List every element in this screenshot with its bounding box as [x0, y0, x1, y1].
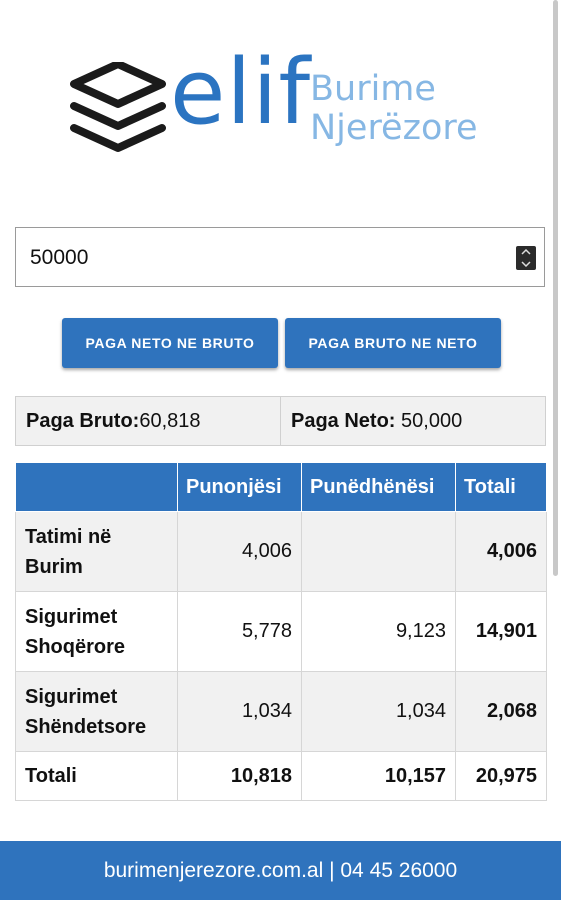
gross-salary-label: Paga Bruto: — [26, 409, 140, 432]
contributions-table: Punonjësi Punëdhënësi Totali Tatimi në Bu… — [15, 462, 547, 801]
employer-cell: 9,123 — [301, 591, 456, 672]
table-row: Sigurimet Shoqërore 5,778 9,123 14,901 — [15, 591, 547, 672]
totals-row: Totali 10,818 10,157 20,975 — [15, 751, 547, 801]
totals-employee: 10,818 — [177, 751, 302, 801]
row-label-line2: Burim — [25, 555, 83, 578]
net-salary-value: 50,000 — [401, 409, 463, 432]
stacked-layers-icon — [70, 62, 166, 152]
total-cell: 2,068 — [455, 671, 547, 752]
totals-total: 20,975 — [455, 751, 547, 801]
logo-subtitle-line2: Njerëzore — [310, 108, 478, 148]
salary-amount-input[interactable] — [28, 228, 512, 288]
employee-cell: 5,778 — [177, 591, 302, 672]
totals-employer: 10,157 — [301, 751, 456, 801]
net-to-gross-button[interactable]: PAGA NETO NE BRUTO — [62, 318, 278, 368]
logo-subtitle: Burime Njerëzore — [310, 70, 510, 148]
employer-cell — [301, 511, 456, 592]
row-label-line1: Sigurimet — [25, 685, 118, 708]
row-label-line1: Tatimi në — [25, 525, 112, 548]
vertical-scrollbar[interactable] — [553, 0, 558, 576]
employee-cell: 4,006 — [177, 511, 302, 592]
net-salary-cell: Paga Neto: 50,000 — [280, 397, 545, 445]
table-header-row: Punonjësi Punëdhënësi Totali — [15, 462, 547, 512]
table-row: Sigurimet Shëndetsore 1,034 1,034 2,068 — [15, 671, 547, 752]
brand-logo: elif Burime Njerëzore — [70, 40, 500, 165]
net-salary-label: Paga Neto: — [291, 409, 396, 432]
employer-cell: 1,034 — [301, 671, 456, 752]
gross-salary-cell: Paga Bruto: 60,818 — [16, 397, 280, 445]
logo-subtitle-line1: Burime — [310, 69, 436, 109]
header-blank — [15, 462, 178, 512]
logo-wordmark: elif — [170, 40, 312, 145]
row-label: Sigurimet Shëndetsore — [15, 671, 178, 752]
salary-summary: Paga Bruto: 60,818 Paga Neto: 50,000 — [15, 396, 546, 446]
header-employee: Punonjësi — [177, 462, 302, 512]
row-label-line2: Shoqërore — [25, 635, 126, 658]
total-cell: 14,901 — [455, 591, 547, 672]
row-label: Tatimi në Burim — [15, 511, 178, 592]
spin-down-icon[interactable] — [516, 258, 536, 270]
table-row: Tatimi në Burim 4,006 4,006 — [15, 511, 547, 592]
employee-cell: 1,034 — [177, 671, 302, 752]
number-spinner[interactable] — [516, 246, 536, 270]
footer-contact[interactable]: burimenjerezore.com.al | 04 45 26000 — [0, 841, 561, 900]
totals-label: Totali — [15, 751, 178, 801]
total-cell: 4,006 — [455, 511, 547, 592]
header-employer: Punëdhënësi — [301, 462, 456, 512]
spin-up-icon[interactable] — [516, 246, 536, 258]
gross-salary-value: 60,818 — [139, 409, 201, 432]
header-total: Totali — [455, 462, 547, 512]
row-label: Sigurimet Shoqërore — [15, 591, 178, 672]
gross-to-net-button[interactable]: PAGA BRUTO NE NETO — [285, 318, 501, 368]
row-label-line1: Sigurimet — [25, 605, 118, 628]
salary-amount-field — [15, 227, 545, 288]
row-label-line2: Shëndetsore — [25, 715, 147, 738]
